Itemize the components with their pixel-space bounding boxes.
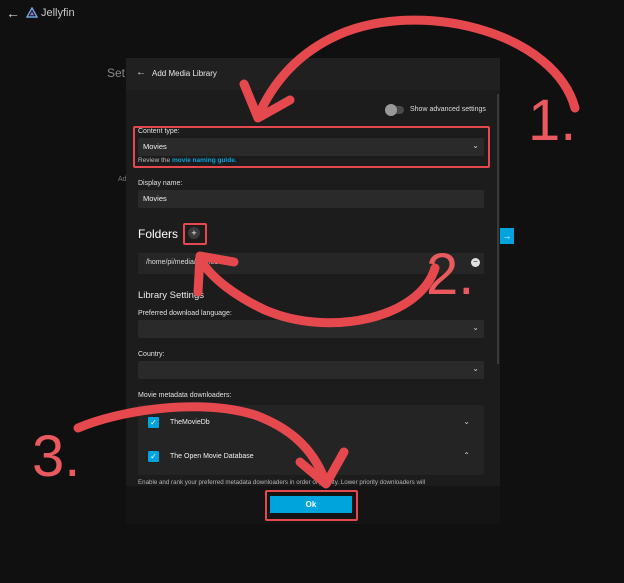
- arrow-2: [197, 257, 440, 328]
- app-window: ← Jellyfin Set Ad → ← Add Media Library …: [0, 0, 624, 583]
- step-3-label: 3.: [32, 424, 81, 489]
- step-2-label: 2.: [426, 242, 475, 307]
- arrow-3: [73, 402, 329, 483]
- step-1-label: 1.: [528, 88, 577, 153]
